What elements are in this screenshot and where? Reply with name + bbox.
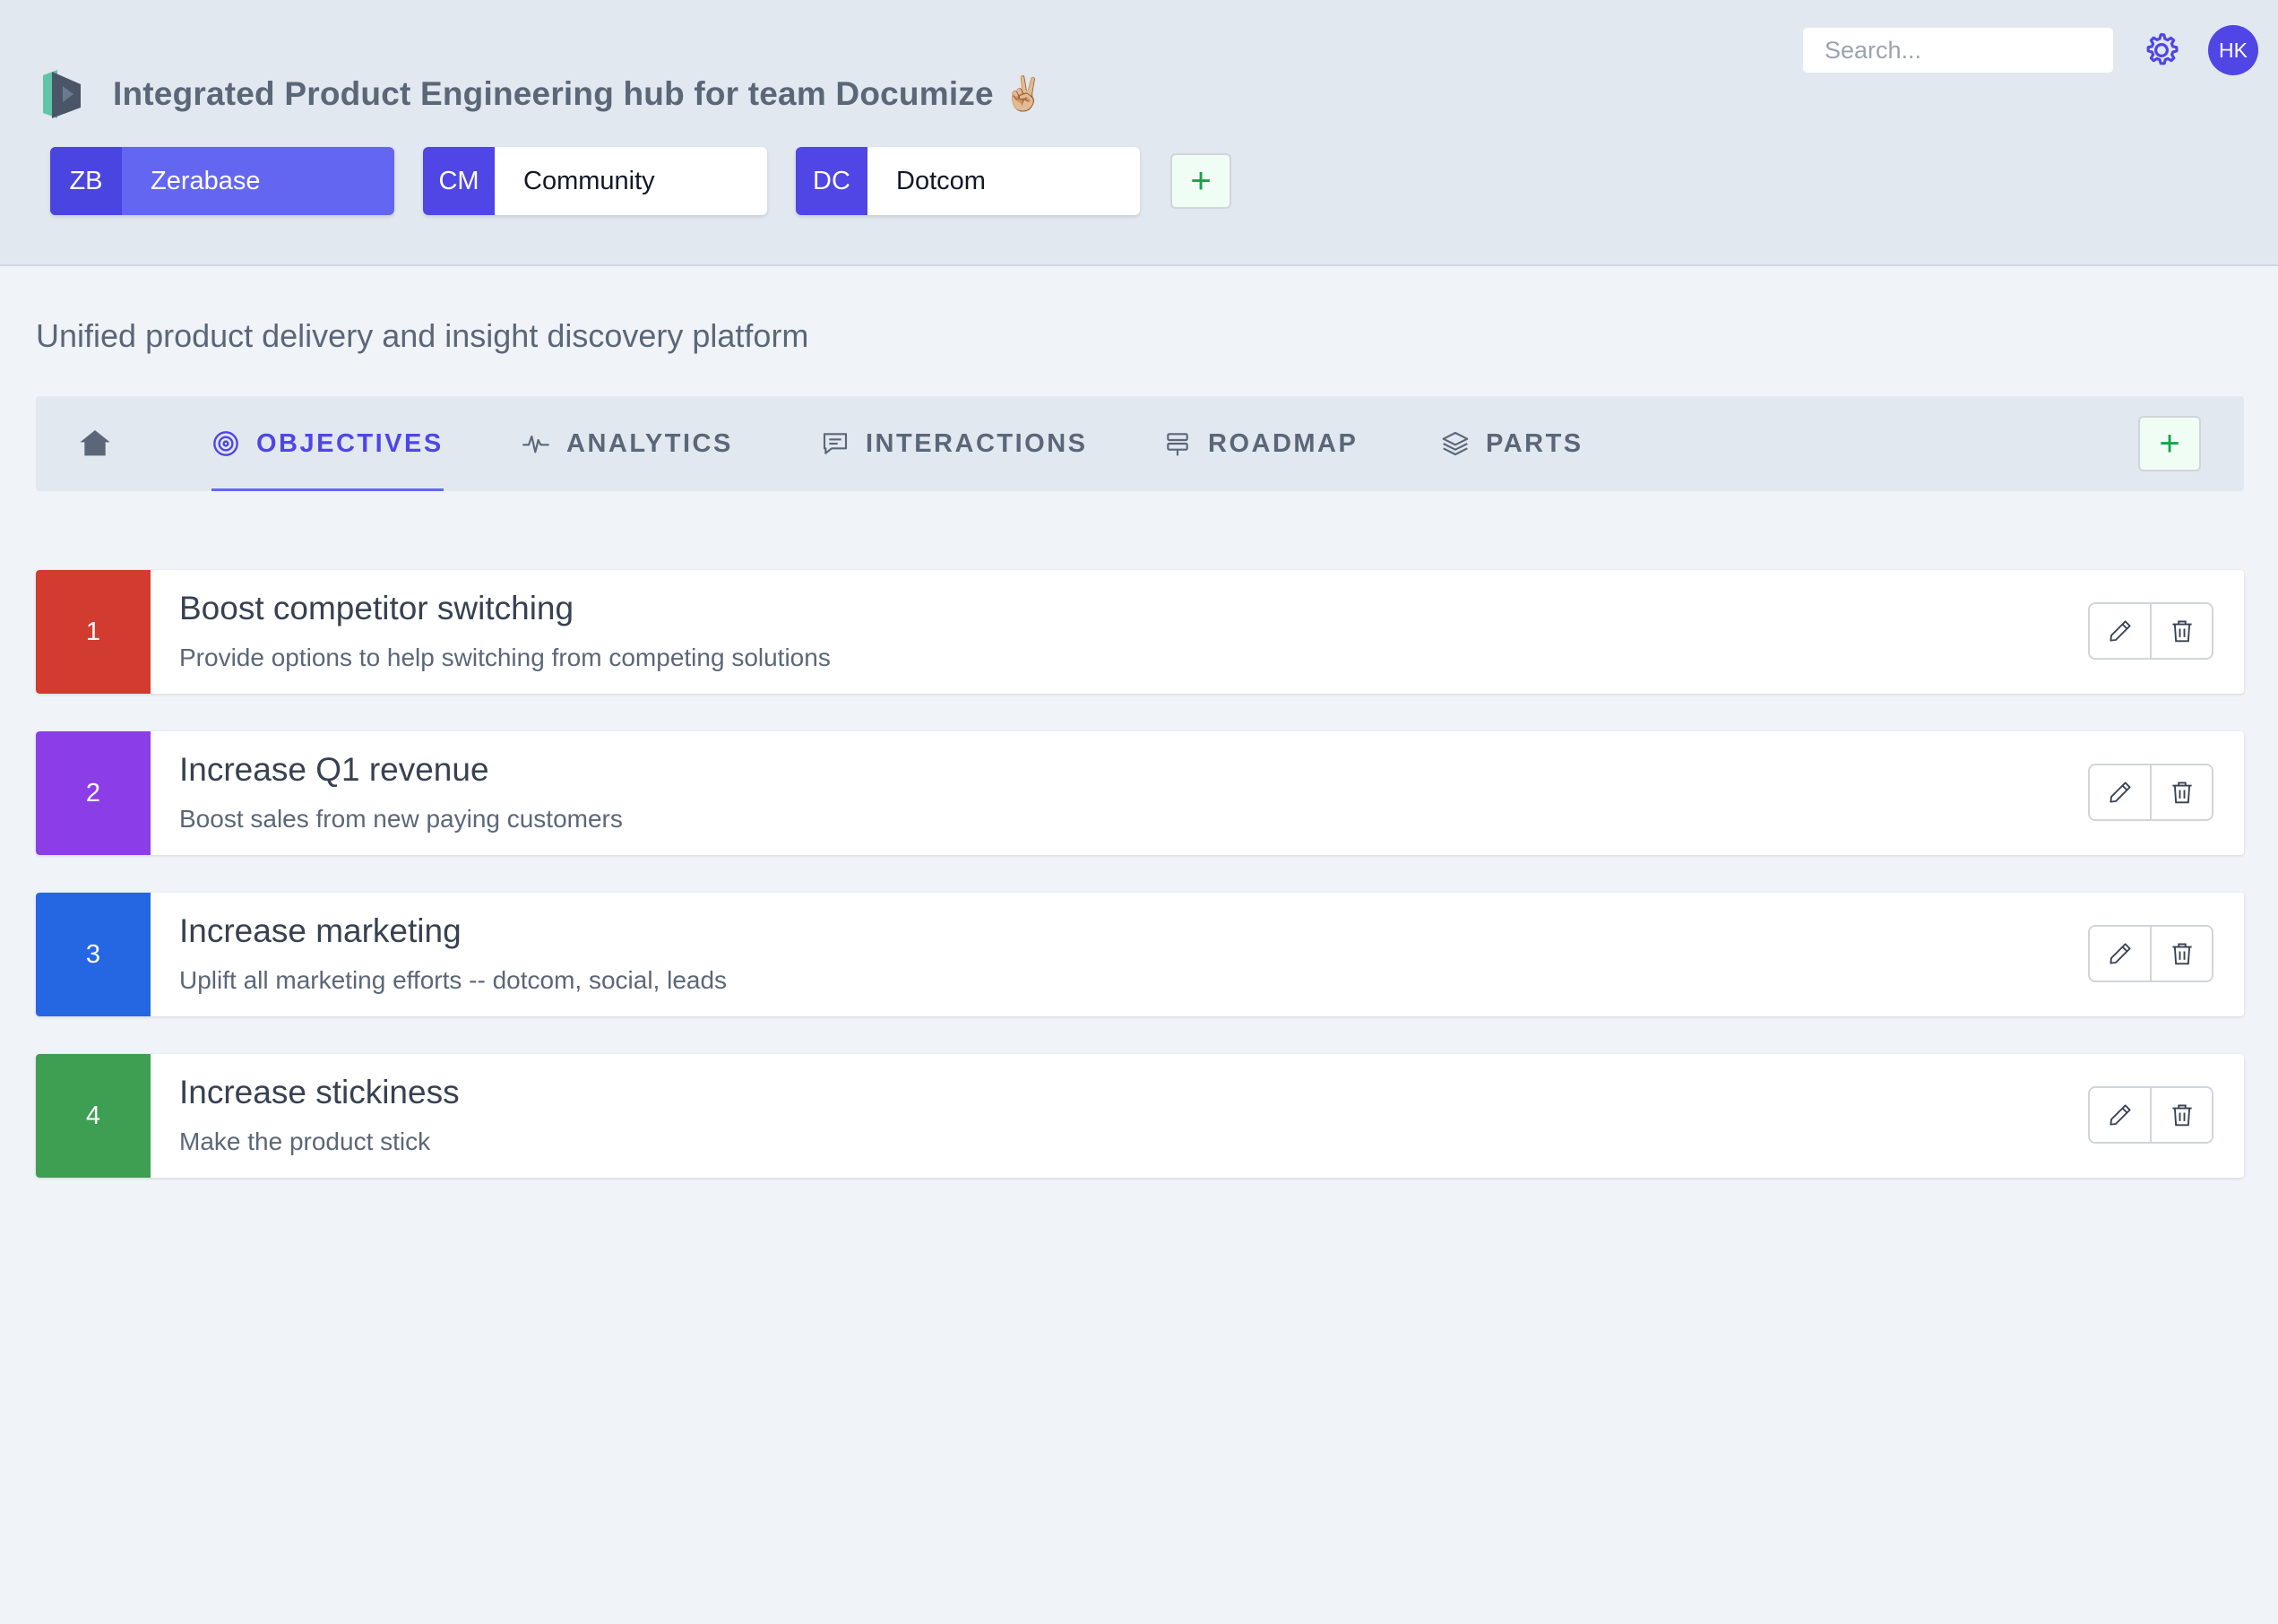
objective-title: Increase stickiness [179,1074,460,1110]
tab-roadmap[interactable]: ROADMAP [1163,396,1358,491]
space-dotcom[interactable]: DC Dotcom [796,147,1140,215]
objectives-list: 1 Boost competitor switching Provide opt… [36,570,2244,1215]
app-logo-icon [43,70,81,118]
delete-objective-button[interactable] [2150,927,2212,980]
objective-row[interactable]: 2 Increase Q1 revenue Boost sales from n… [36,731,2244,855]
objective-actions [2088,602,2213,660]
trash-icon [2171,1104,2192,1127]
objective-actions [2088,925,2213,982]
chat-icon [823,433,848,454]
objective-number: 3 [36,893,151,1016]
tab-bar: OBJECTIVES ANALYTICS INTERACTIONS ROADMA… [36,396,2244,491]
edit-objective-button[interactable] [2090,1088,2150,1142]
objective-title: Increase marketing [179,912,462,949]
objective-actions [2088,1086,2213,1144]
trash-icon [2171,943,2192,965]
objective-row[interactable]: 4 Increase stickiness Make the product s… [36,1054,2244,1178]
objective-title: Increase Q1 revenue [179,751,489,788]
target-icon [213,431,238,456]
pencil-icon [2109,620,2131,642]
objective-row[interactable]: 1 Boost competitor switching Provide opt… [36,570,2244,694]
objective-title: Boost competitor switching [179,590,574,626]
delete-objective-button[interactable] [2150,1088,2212,1142]
delete-objective-button[interactable] [2150,765,2212,819]
tab-label: ROADMAP [1208,428,1359,458]
space-name: Zerabase [151,166,261,195]
layers-icon [1442,431,1469,456]
objective-description: Provide options to help switching from c… [179,644,831,671]
edit-objective-button[interactable] [2090,765,2150,819]
pencil-icon [2109,1104,2131,1126]
space-zerabase[interactable]: ZB Zerabase [50,147,394,215]
objective-body: Increase marketing Uplift all marketing … [151,893,727,1016]
search-input[interactable] [1802,27,2114,73]
signpost-icon [1167,433,1188,456]
add-space-button[interactable]: + [1170,153,1231,209]
objective-body: Boost competitor switching Provide optio… [151,570,831,694]
space-code: DC [796,147,867,215]
add-tab-button[interactable]: + [2138,416,2201,471]
objective-description: Boost sales from new paying customers [179,805,623,833]
trash-icon [2171,782,2192,804]
objective-number: 4 [36,1054,151,1178]
objective-number: 2 [36,731,151,855]
tab-parts[interactable]: PARTS [1441,396,1583,491]
tab-objectives[interactable]: OBJECTIVES [211,396,444,491]
objective-row[interactable]: 3 Increase marketing Uplift all marketin… [36,893,2244,1016]
app-header: Integrated Product Engineering hub for t… [0,0,2278,266]
objective-number: 1 [36,570,151,694]
pencil-icon [2109,943,2131,964]
tab-label: INTERACTIONS [866,428,1088,458]
objective-description: Make the product stick [179,1127,431,1155]
space-name: Dotcom [896,166,986,195]
objective-description: Uplift all marketing efforts -- dotcom, … [179,966,728,994]
pencil-icon [2109,782,2131,803]
tab-analytics[interactable]: ANALYTICS [522,396,733,491]
space-community[interactable]: CM Community [423,147,767,215]
pulse-icon [522,435,549,454]
trash-icon [2171,620,2192,643]
app-title: Integrated Product Engineering hub for t… [113,74,1045,112]
space-code: ZB [50,147,122,215]
space-subtitle: Unified product delivery and insight dis… [36,317,809,354]
gear-icon[interactable] [2140,29,2183,72]
tab-label: ANALYTICS [566,428,733,458]
space-switcher: ZB Zerabase CM Community DC Dotcom + [50,147,1231,215]
objective-body: Increase Q1 revenue Boost sales from new… [151,731,623,855]
delete-objective-button[interactable] [2150,604,2212,658]
user-avatar[interactable]: HK [2208,25,2258,75]
tab-interactions[interactable]: INTERACTIONS [821,396,1088,491]
brand: Integrated Product Engineering hub for t… [36,68,1045,120]
edit-objective-button[interactable] [2090,604,2150,658]
tab-label: OBJECTIVES [256,428,444,458]
space-name: Community [523,166,655,195]
space-code: CM [423,147,495,215]
tab-home[interactable] [77,396,113,491]
objective-actions [2088,764,2213,821]
objective-body: Increase stickiness Make the product sti… [151,1054,460,1178]
home-icon [80,430,110,456]
tab-label: PARTS [1486,428,1583,458]
edit-objective-button[interactable] [2090,927,2150,980]
